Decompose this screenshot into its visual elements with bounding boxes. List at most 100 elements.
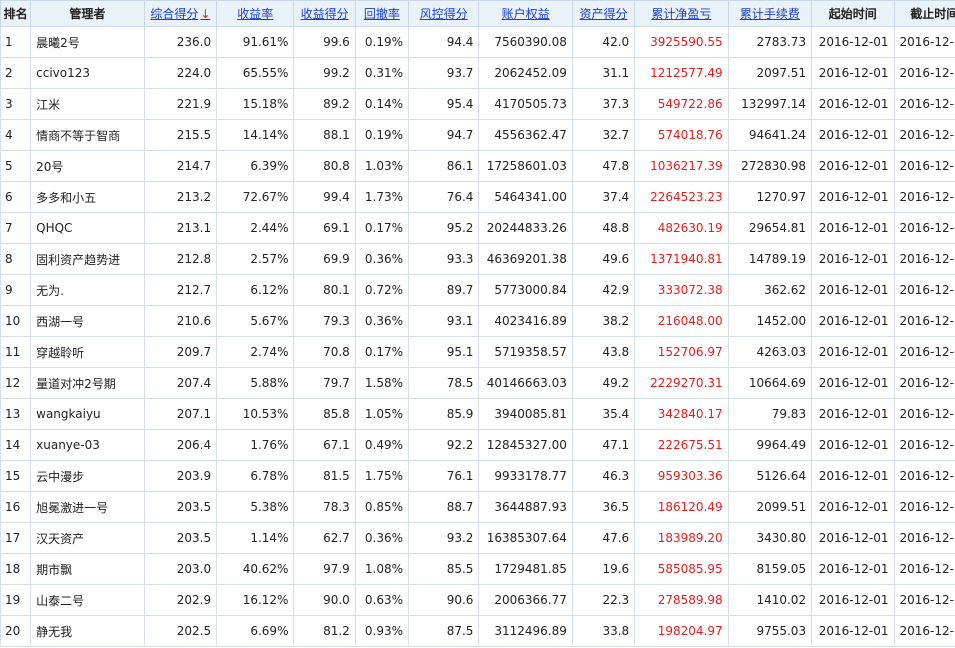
cell-start-time: 2016-12-01: [811, 429, 895, 461]
cell-asset-score: 49.2: [571, 367, 636, 399]
cell-return-rate: 5.88%: [216, 367, 295, 399]
cell-return-score: 69.9: [293, 243, 356, 275]
cell-asset-score: 35.4: [571, 398, 636, 430]
table-row: 4 情商不等于智商 215.5 14.14% 88.1 0.19% 94.7 4556362.…: [0, 119, 955, 151]
cell-score: 215.5: [143, 119, 218, 151]
cell-rank: 18: [0, 553, 32, 585]
cell-return-rate: 6.69%: [216, 615, 295, 647]
cell-manager: 20号: [30, 150, 145, 182]
cell-asset-score: 48.8: [571, 212, 636, 244]
cell-return-rate: 1.14%: [216, 522, 295, 554]
cell-asset-score: 47.6: [571, 522, 636, 554]
cell-return-rate: 10.53%: [216, 398, 295, 430]
cell-score: 203.0: [143, 553, 218, 585]
cell-asset-score: 37.3: [571, 88, 636, 120]
cell-risk-score: 93.1: [408, 305, 480, 337]
cell-cum-fee: 94641.24: [727, 119, 813, 151]
cell-equity: 12845327.00: [478, 429, 573, 461]
cell-start-time: 2016-12-01: [811, 181, 895, 213]
cell-manager: 山泰二号: [30, 584, 145, 616]
cell-return-rate: 2.57%: [216, 243, 295, 275]
cell-equity: 2062452.09: [478, 57, 573, 89]
header-start-time-label: 起始时间: [828, 7, 877, 21]
header-return-score-sort[interactable]: 收益得分: [293, 0, 356, 27]
cell-score: 203.5: [143, 491, 218, 523]
cell-return-rate: 2.74%: [216, 336, 295, 368]
table-row: 8 固利资产趋势进 212.8 2.57% 69.9 0.36% 93.3 46369201.…: [0, 243, 955, 275]
cell-drawdown: 0.19%: [354, 119, 410, 151]
cell-asset-score: 32.7: [571, 119, 636, 151]
cell-manager: wangkaiyu: [30, 398, 145, 430]
header-rank: 排名: [0, 0, 32, 27]
cell-risk-score: 76.4: [408, 181, 480, 213]
cell-cum-pnl: 186120.49: [634, 491, 729, 523]
cell-drawdown: 0.36%: [354, 305, 410, 337]
cell-cum-pnl: 333072.38: [634, 274, 729, 306]
cell-start-time: 2016-12-01: [811, 460, 895, 492]
cell-risk-score: 76.1: [408, 460, 480, 492]
cell-drawdown: 0.72%: [354, 274, 410, 306]
cell-start-time: 2016-12-01: [811, 150, 895, 182]
cell-cum-fee: 5126.64: [727, 460, 813, 492]
cell-end-time: 2016-12-12: [893, 274, 955, 306]
header-asset-score-sort[interactable]: 资产得分: [571, 0, 636, 27]
header-risk-score-sort[interactable]: 风控得分: [408, 0, 480, 27]
cell-cum-pnl: 222675.51: [634, 429, 729, 461]
cell-risk-score: 86.1: [408, 150, 480, 182]
ranking-table-container: 排名 管理者 综合得分 ↓ 收益率 收益得分 回撤率 风控得分 账户权益 资产得分…: [0, 0, 955, 648]
header-cum-pnl-sort[interactable]: 累计净盈亏: [634, 0, 729, 27]
header-drawdown-sort[interactable]: 回撤率: [354, 0, 410, 27]
cell-rank: 11: [0, 336, 32, 368]
cell-drawdown: 0.19%: [354, 26, 410, 58]
cell-score: 203.5: [143, 522, 218, 554]
cell-rank: 3: [0, 88, 32, 120]
cell-return-rate: 2.44%: [216, 212, 295, 244]
cell-return-rate: 65.55%: [216, 57, 295, 89]
cell-score: 214.7: [143, 150, 218, 182]
header-equity-label: 账户权益: [501, 7, 550, 21]
cell-drawdown: 0.17%: [354, 336, 410, 368]
cell-score: 207.1: [143, 398, 218, 430]
sort-desc-arrow-icon: ↓: [200, 7, 211, 21]
cell-return-score: 79.3: [293, 305, 356, 337]
cell-equity: 20244833.26: [478, 212, 573, 244]
table-row: 17 汉天资产 203.5 1.14% 62.7 0.36% 93.2 16385307.64…: [0, 522, 955, 554]
cell-drawdown: 0.85%: [354, 491, 410, 523]
cell-score: 212.8: [143, 243, 218, 275]
cell-return-rate: 5.38%: [216, 491, 295, 523]
cell-start-time: 2016-12-01: [811, 491, 895, 523]
cell-cum-pnl: 342840.17: [634, 398, 729, 430]
header-equity-sort[interactable]: 账户权益: [478, 0, 573, 27]
cell-cum-pnl: 2264523.23: [634, 181, 729, 213]
header-score-sort[interactable]: 综合得分 ↓: [143, 0, 218, 27]
cell-score: 221.9: [143, 88, 218, 120]
cell-asset-score: 47.1: [571, 429, 636, 461]
cell-asset-score: 33.8: [571, 615, 636, 647]
table-row: 16 旭冕激进一号 203.5 5.38% 78.3 0.85% 88.7 3644887.9…: [0, 491, 955, 523]
cell-drawdown: 0.36%: [354, 522, 410, 554]
cell-cum-fee: 272830.98: [727, 150, 813, 182]
cell-equity: 3644887.93: [478, 491, 573, 523]
cell-start-time: 2016-12-01: [811, 57, 895, 89]
cell-cum-pnl: 585085.95: [634, 553, 729, 585]
cell-cum-fee: 8159.05: [727, 553, 813, 585]
cell-equity: 17258601.03: [478, 150, 573, 182]
header-return-rate-sort[interactable]: 收益率: [216, 0, 295, 27]
header-drawdown-label: 回撤率: [363, 7, 400, 21]
cell-end-time: 2016-12-12: [893, 367, 955, 399]
cell-return-score: 85.8: [293, 398, 356, 430]
cell-cum-pnl: 2229270.31: [634, 367, 729, 399]
cell-cum-pnl: 482630.19: [634, 212, 729, 244]
cell-end-time: 2016-12-12: [893, 88, 955, 120]
table-row: 9 无为. 212.7 6.12% 80.1 0.72% 89.7 5773000.84 42.…: [0, 274, 955, 306]
cell-cum-fee: 2783.73: [727, 26, 813, 58]
table-body: 1 晨曦2号 236.0 91.61% 99.6 0.19% 94.4 7560390.08 4…: [0, 26, 955, 647]
cell-start-time: 2016-12-01: [811, 305, 895, 337]
header-cum-fee-sort[interactable]: 累计手续费: [727, 0, 813, 27]
cell-risk-score: 88.7: [408, 491, 480, 523]
cell-asset-score: 43.8: [571, 336, 636, 368]
cell-end-time: 2016-12-12: [893, 522, 955, 554]
cell-rank: 19: [0, 584, 32, 616]
cell-manager: 江米: [30, 88, 145, 120]
cell-drawdown: 0.63%: [354, 584, 410, 616]
